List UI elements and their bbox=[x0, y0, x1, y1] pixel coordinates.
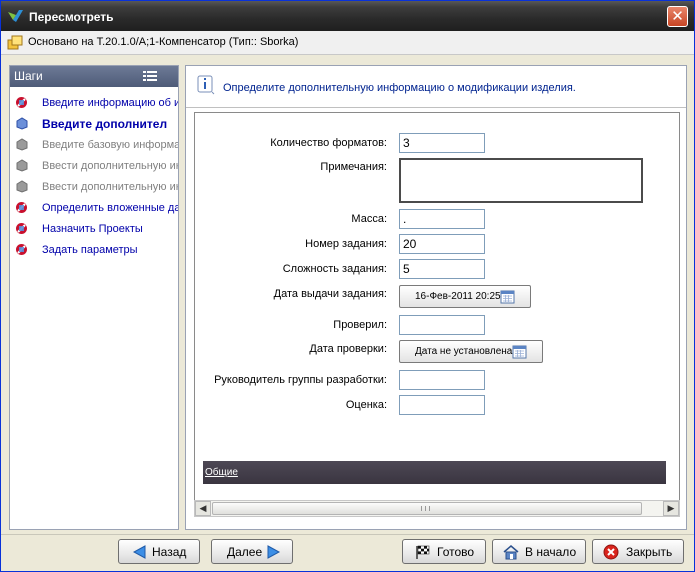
tab-strip: Общие bbox=[203, 461, 666, 484]
context-bar: Основано на T.20.1.0/A;1-Компенсатор (Ти… bbox=[1, 31, 694, 55]
info-bar: Определите дополнительную информацию о м… bbox=[186, 66, 686, 108]
checkered-flag-icon bbox=[416, 545, 430, 559]
issue-date-label: Дата выдачи задания: bbox=[273, 288, 387, 300]
list-view-icon[interactable] bbox=[143, 70, 157, 82]
formats-input[interactable]: 3 bbox=[399, 133, 485, 153]
step-item[interactable]: Введите дополнител bbox=[10, 114, 178, 135]
steps-panel: Шаги Введите информацию об и Введите доп… bbox=[9, 65, 179, 530]
invalid-step-icon bbox=[16, 97, 27, 108]
task-number-label: Номер задания: bbox=[305, 238, 387, 250]
assembly-icon bbox=[7, 35, 23, 50]
close-button[interactable]: Закрыть bbox=[592, 539, 684, 564]
steps-panel-header: Шаги bbox=[10, 66, 178, 87]
finish-button[interactable]: Готово bbox=[402, 539, 486, 564]
horizontal-scrollbar[interactable]: ◀ ▶ bbox=[194, 500, 680, 517]
title-bar[interactable]: Пересмотреть ✕ bbox=[1, 1, 694, 31]
steps-list: Введите информацию об и Введите дополнит… bbox=[10, 87, 178, 261]
disabled-step-icon bbox=[16, 180, 28, 193]
group-lead-input[interactable] bbox=[399, 370, 485, 390]
step-item[interactable]: Задать параметры bbox=[10, 240, 178, 261]
cancel-icon bbox=[603, 544, 619, 560]
arrow-left-icon bbox=[132, 545, 146, 559]
checked-by-input[interactable] bbox=[399, 315, 485, 335]
calendar-icon bbox=[512, 345, 527, 359]
window-title: Пересмотреть bbox=[29, 10, 114, 24]
app-logo-icon bbox=[8, 10, 23, 22]
group-lead-label: Руководитель группы разработки: bbox=[214, 374, 387, 386]
step-item[interactable]: Введите информацию об и bbox=[10, 93, 178, 114]
scroll-thumb[interactable] bbox=[212, 502, 642, 515]
home-icon bbox=[503, 545, 519, 560]
mass-label: Масса: bbox=[351, 213, 387, 225]
info-icon bbox=[197, 75, 215, 95]
current-step-icon bbox=[16, 117, 28, 130]
rating-label: Оценка: bbox=[345, 399, 387, 411]
step-item[interactable]: Определить вложенные да bbox=[10, 198, 178, 219]
invalid-step-icon bbox=[16, 202, 27, 213]
wizard-window: Пересмотреть ✕ Основано на T.20.1.0/A;1-… bbox=[0, 0, 695, 572]
step-item[interactable]: Введите базовую информа bbox=[10, 135, 178, 156]
step-item[interactable]: Назначить Проекты bbox=[10, 219, 178, 240]
invalid-step-icon bbox=[16, 223, 27, 234]
invalid-step-icon bbox=[16, 244, 27, 255]
close-window-button[interactable]: ✕ bbox=[667, 6, 688, 27]
button-bar: Назад Далее Готово В начало Закрыть bbox=[1, 534, 694, 571]
issue-date-value: 16-Фев-2011 20:25 bbox=[415, 291, 501, 302]
step-item[interactable]: Ввести дополнительную ин bbox=[10, 156, 178, 177]
scroll-right-arrow-icon[interactable]: ▶ bbox=[663, 501, 679, 516]
issue-date-button[interactable]: 16-Фев-2011 20:25 bbox=[399, 285, 531, 308]
formats-label: Количество форматов: bbox=[270, 137, 387, 149]
disabled-step-icon bbox=[16, 138, 28, 151]
form-area: Количество форматов: 3 Примечания: Масса… bbox=[194, 112, 680, 515]
complexity-input[interactable]: 5 bbox=[399, 259, 485, 279]
disabled-step-icon bbox=[16, 159, 28, 172]
check-date-label: Дата проверки: bbox=[309, 343, 387, 355]
step-item[interactable]: Ввести дополнительную ин bbox=[10, 177, 178, 198]
info-text: Определите дополнительную информацию о м… bbox=[223, 82, 576, 94]
to-start-button[interactable]: В начало bbox=[492, 539, 586, 564]
complexity-label: Сложность задания: bbox=[282, 263, 387, 275]
rating-input[interactable] bbox=[399, 395, 485, 415]
calendar-icon bbox=[500, 290, 515, 304]
check-date-button[interactable]: Дата не установлена. bbox=[399, 340, 543, 363]
steps-panel-title: Шаги bbox=[14, 69, 43, 83]
context-text: Основано на T.20.1.0/A;1-Компенсатор (Ти… bbox=[28, 36, 299, 48]
tab-general[interactable]: Общие bbox=[205, 467, 238, 478]
back-button[interactable]: Назад bbox=[118, 539, 200, 564]
notes-textarea[interactable] bbox=[399, 158, 643, 203]
next-button[interactable]: Далее bbox=[211, 539, 293, 564]
task-number-input[interactable]: 20 bbox=[399, 234, 485, 254]
notes-label: Примечания: bbox=[320, 161, 387, 173]
mass-input[interactable]: . bbox=[399, 209, 485, 229]
scroll-grip-icon bbox=[421, 506, 430, 511]
scroll-left-arrow-icon[interactable]: ◀ bbox=[195, 501, 211, 516]
step-content-panel: Определите дополнительную информацию о м… bbox=[185, 65, 687, 530]
checked-by-label: Проверил: bbox=[333, 319, 387, 331]
check-date-value: Дата не установлена. bbox=[415, 346, 516, 357]
arrow-right-icon bbox=[267, 545, 281, 559]
